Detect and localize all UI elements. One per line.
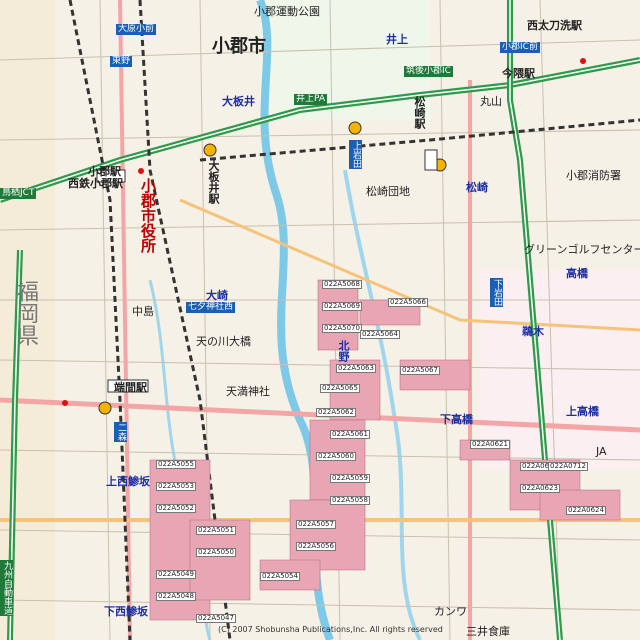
district-label: 大板井 bbox=[222, 95, 255, 108]
expressway-sign[interactable]: 九州自動車道 bbox=[0, 560, 13, 616]
parcel-code[interactable]: 022A5063 bbox=[336, 364, 376, 373]
parcel-code[interactable]: 022A5051 bbox=[196, 526, 236, 535]
district-label: 松崎 bbox=[466, 181, 488, 194]
station-label[interactable]: 小郡駅 bbox=[88, 166, 121, 177]
parcel-code[interactable]: 022A5061 bbox=[330, 430, 370, 439]
station-label[interactable]: 大板井駅 bbox=[207, 160, 220, 204]
place-label: 松崎団地 bbox=[366, 185, 410, 198]
parcel-code[interactable]: 022A0623 bbox=[520, 484, 560, 493]
poi-pin[interactable] bbox=[580, 58, 586, 64]
bridge-label: 天の川大橋 bbox=[196, 335, 251, 348]
parcel-code[interactable]: 022A5056 bbox=[296, 542, 336, 551]
parcel-code[interactable]: 022A5066 bbox=[388, 298, 428, 307]
city-hall-pin[interactable] bbox=[138, 168, 144, 174]
pa-sign[interactable]: 井上PA bbox=[294, 94, 328, 105]
parcel-code[interactable]: 022A5054 bbox=[260, 572, 300, 581]
park-label[interactable]: 小郡運動公園 bbox=[254, 6, 320, 17]
place-label: 丸山 bbox=[480, 95, 502, 108]
parcel-code[interactable]: 022A5057 bbox=[296, 520, 336, 529]
facility-label[interactable]: グリーンゴルフセンター bbox=[524, 244, 640, 255]
parcel-code[interactable]: 022A5070 bbox=[322, 324, 362, 333]
station-label[interactable]: 今隈駅 bbox=[502, 68, 535, 79]
ic-sign[interactable]: 筑後小郡IC bbox=[404, 66, 453, 77]
bus-stop-label[interactable]: 七夕神社西 bbox=[186, 302, 236, 313]
facility-label[interactable]: JA bbox=[596, 446, 607, 457]
parcel-code[interactable]: 022A5049 bbox=[156, 570, 196, 579]
bus-stop-label[interactable]: 二森 bbox=[114, 422, 127, 442]
station-label[interactable]: 松崎駅 bbox=[413, 96, 426, 129]
parcel-code[interactable]: 022A5069 bbox=[322, 302, 362, 311]
pref-label: 福岡県 bbox=[13, 280, 38, 346]
district-label: 上西鯵坂 bbox=[106, 475, 150, 488]
parcel-code[interactable]: 022A5064 bbox=[360, 330, 400, 339]
district-label: 上高橋 bbox=[566, 405, 599, 418]
district-label: 上岩田 bbox=[349, 140, 362, 169]
place-label: 中島 bbox=[132, 305, 154, 318]
parcel-code[interactable]: 022A5065 bbox=[320, 384, 360, 393]
parcel-code[interactable]: 022A5062 bbox=[316, 408, 356, 417]
parcel-code[interactable]: 022A5060 bbox=[316, 452, 356, 461]
map-canvas[interactable]: 小郡市 小郡市役所 福岡県 小郡運動公園 大原小前 東野 井上 西太刀洗駅 小郡… bbox=[0, 0, 640, 640]
district-label: 下岩田 bbox=[490, 278, 503, 307]
parcel-code[interactable]: 022A0624 bbox=[566, 506, 606, 515]
parcel-code[interactable]: 022A5048 bbox=[156, 592, 196, 601]
station-label[interactable]: 西鉄小郡駅 bbox=[68, 178, 123, 189]
copyright-notice: (C) 2007 Shobunsha Publications,Inc. All… bbox=[218, 625, 443, 634]
district-label: 下西鯵坂 bbox=[104, 605, 148, 618]
parcel-code[interactable]: 022A5058 bbox=[330, 496, 370, 505]
parcel-code[interactable]: 022A5050 bbox=[196, 548, 236, 557]
bus-stop-label[interactable]: 東野 bbox=[110, 56, 133, 67]
city-label: 小郡市 bbox=[212, 36, 266, 57]
facility-label[interactable]: カンワ bbox=[434, 606, 467, 617]
ic-label[interactable]: 小郡IC前 bbox=[500, 42, 540, 53]
poi-pin[interactable] bbox=[62, 400, 68, 406]
district-label: 井上 bbox=[386, 33, 408, 46]
parcel-code[interactable]: 022A5068 bbox=[322, 280, 362, 289]
city-hall-label[interactable]: 小郡市役所 bbox=[139, 178, 157, 253]
district-label: 北野 bbox=[337, 340, 350, 362]
shrine-label: 天満神社 bbox=[226, 385, 270, 398]
parcel-code[interactable]: 022A5059 bbox=[330, 474, 370, 483]
parcel-code[interactable]: 022A5052 bbox=[156, 504, 196, 513]
parcel-code[interactable]: 022A0621 bbox=[470, 440, 510, 449]
parcel-code[interactable]: 022A5067 bbox=[400, 366, 440, 375]
district-label: 下高橋 bbox=[440, 413, 473, 426]
parcel-code[interactable]: 022A5053 bbox=[156, 482, 196, 491]
parcel-code[interactable]: 022A5047 bbox=[196, 614, 236, 623]
parcel-code[interactable]: 022A5055 bbox=[156, 460, 196, 469]
bus-stop-label[interactable]: 大原小前 bbox=[116, 24, 157, 35]
district-label: 大崎 bbox=[206, 289, 228, 302]
district-label: 鵜木 bbox=[522, 325, 544, 338]
jct-sign[interactable]: 鳥栖JCT bbox=[0, 188, 37, 199]
parcel-code[interactable]: 022A0712 bbox=[548, 462, 588, 471]
station-label[interactable]: 端間駅 bbox=[114, 382, 147, 393]
district-label: 高橋 bbox=[566, 267, 588, 280]
facility-label[interactable]: 三井食庫 bbox=[466, 626, 510, 637]
facility-label[interactable]: 小郡消防署 bbox=[566, 170, 621, 181]
station-label[interactable]: 西太刀洗駅 bbox=[527, 20, 582, 31]
